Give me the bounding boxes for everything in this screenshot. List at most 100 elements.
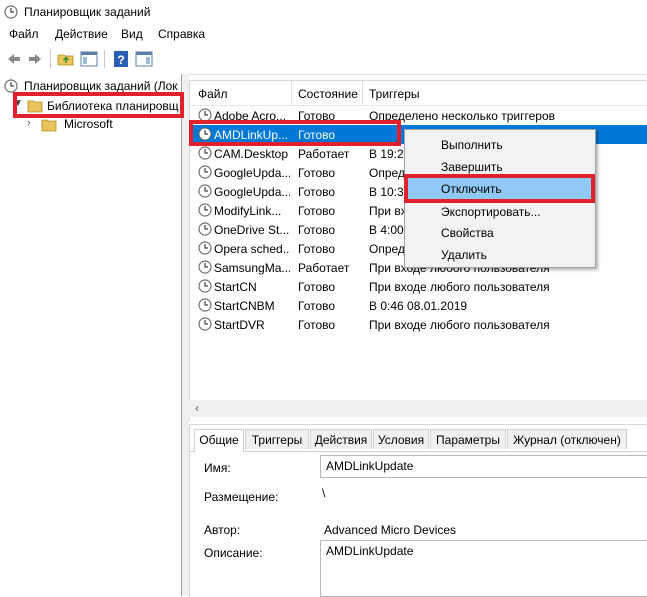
task-clock-icon [198, 165, 212, 179]
task-trigger: В 0:46 08.01.2019 [369, 299, 468, 313]
tree-item-microsoft-label: Microsoft [64, 117, 113, 131]
task-list-header: Файл Состояние Триггеры [190, 81, 647, 106]
expand-chevron-icon[interactable]: › [27, 117, 31, 129]
task-row[interactable]: Adobe Acro... Готово Определено несколько … [190, 106, 647, 125]
title-bar: Планировщик заданий [0, 0, 647, 25]
task-clock-icon [198, 203, 212, 217]
task-name: Opera sched... [214, 242, 290, 256]
task-status: Работает [298, 147, 350, 161]
task-name: CAM.Desktop [214, 147, 289, 161]
help-icon[interactable]: ? [112, 50, 130, 68]
tree-item-library-label: Библиотека планировщ [47, 99, 179, 113]
context-menu-item-label: Экспортировать... [441, 205, 541, 219]
column-divider[interactable] [362, 81, 363, 105]
description-field[interactable]: AMDLinkUpdate [320, 540, 647, 597]
window-title: Планировщик заданий [24, 5, 151, 19]
task-row[interactable]: StartCNBM Готово В 0:46 08.01.2019 [190, 296, 647, 315]
back-arrow-icon[interactable] [5, 50, 23, 68]
tree-pane: Планировщик заданий (Лок ▼ Библиотека пл… [0, 74, 182, 596]
menu-help[interactable]: Справка [158, 27, 205, 41]
horizontal-scrollbar[interactable]: ‹ [189, 400, 647, 417]
context-menu-item-export[interactable]: Экспортировать... [407, 201, 593, 223]
task-status: Готово [298, 242, 336, 256]
context-menu-item-run[interactable]: Выполнить [407, 134, 593, 156]
scroll-left-icon[interactable]: ‹ [195, 401, 199, 415]
task-trigger: Определено несколько триггеров [369, 109, 556, 123]
context-menu-item-label: Свойства [441, 226, 494, 240]
toolbar: ? [0, 44, 647, 75]
task-clock-icon [198, 260, 212, 274]
author-label: Автор: [204, 523, 241, 537]
context-menu-item-end[interactable]: Завершить [407, 156, 593, 178]
task-trigger: При входе любого пользователя [369, 318, 550, 332]
tab-triggers[interactable]: Триггеры [245, 429, 309, 449]
task-row[interactable]: StartCN Готово При входе любого пользовате… [190, 277, 647, 296]
task-trigger: При входе любого пользователя [369, 280, 550, 294]
task-status: Готово [298, 223, 336, 237]
toolbar-separator [104, 50, 105, 68]
task-status: Готово [298, 185, 336, 199]
task-clock-icon [198, 279, 212, 293]
tab-conditions[interactable]: Условия [373, 429, 429, 449]
context-menu-item-delete[interactable]: Удалить [407, 244, 593, 266]
task-status: Готово [298, 299, 336, 313]
tab-settings[interactable]: Параметры [430, 429, 506, 449]
context-menu-item-label: Выполнить [441, 138, 503, 152]
task-name: ModifyLink... [214, 204, 282, 218]
task-name: GoogleUpda... [214, 166, 290, 180]
task-status: Готово [298, 109, 336, 123]
context-menu-item-label: Отключить [441, 182, 502, 196]
task-name: SamsungMa... [214, 261, 290, 275]
task-clock-icon [198, 108, 212, 122]
task-clock-icon [198, 298, 212, 312]
task-clock-icon [198, 184, 212, 198]
author-value: Advanced Micro Devices [324, 523, 457, 537]
details-tabs: Общие Триггеры Действия Условия Параметр… [190, 429, 647, 452]
task-name: StartCNBM [214, 299, 275, 313]
task-name: AMDLinkUp... [214, 128, 289, 142]
task-name: StartDVR [214, 318, 265, 332]
task-clock-icon [198, 127, 212, 141]
task-clock-icon [198, 241, 212, 255]
task-name: Adobe Acro... [214, 109, 287, 123]
task-name: GoogleUpda... [214, 185, 290, 199]
tab-history[interactable]: Журнал (отключен) [507, 429, 627, 449]
context-menu-item-properties[interactable]: Свойства [407, 222, 593, 244]
context-menu-item-label: Завершить [441, 160, 503, 174]
task-clock-icon [198, 317, 212, 331]
show-action-pane-icon[interactable] [135, 50, 153, 68]
column-divider[interactable] [291, 81, 292, 105]
folder-up-icon[interactable] [57, 50, 75, 68]
folder-icon [27, 100, 43, 113]
tree-item-root-label: Планировщик заданий (Лок [24, 79, 178, 93]
tab-actions[interactable]: Действия [310, 429, 372, 449]
svg-text:?: ? [117, 53, 124, 67]
task-name: StartCN [214, 280, 257, 294]
pane-splitter[interactable] [182, 74, 189, 596]
menu-bar: Файл Действие Вид Справка [0, 25, 647, 44]
task-status: Готово [298, 318, 336, 332]
task-status: Готово [298, 204, 336, 218]
toolbar-separator [50, 50, 51, 68]
column-header-name[interactable]: Файл [198, 87, 228, 101]
menu-file[interactable]: Файл [9, 27, 39, 41]
name-field[interactable]: AMDLinkUpdate [320, 455, 647, 478]
clock-icon [4, 79, 18, 93]
context-menu-item-disable[interactable]: Отключить [407, 178, 593, 200]
menu-view[interactable]: Вид [121, 27, 143, 41]
folder-icon [41, 119, 57, 132]
tree-item-root[interactable]: Планировщик заданий (Лок [4, 78, 181, 96]
column-header-triggers[interactable]: Триггеры [369, 87, 420, 101]
tab-general[interactable]: Общие [194, 429, 244, 452]
column-header-status[interactable]: Состояние [298, 87, 358, 101]
expand-chevron-icon[interactable]: ▼ [13, 98, 23, 109]
description-label: Описание: [204, 546, 263, 560]
tree-item-library[interactable]: ▼ Библиотека планировщ [13, 96, 181, 116]
context-menu: Выполнить Завершить Отключить Экспортироват… [404, 129, 596, 268]
clock-icon [4, 5, 18, 19]
show-pane-icon[interactable] [80, 50, 98, 68]
menu-action[interactable]: Действие [55, 27, 108, 41]
task-row[interactable]: StartDVR Готово При входе любого пользоват… [190, 315, 647, 334]
forward-arrow-icon[interactable] [26, 50, 44, 68]
context-menu-item-label: Удалить [441, 248, 487, 262]
